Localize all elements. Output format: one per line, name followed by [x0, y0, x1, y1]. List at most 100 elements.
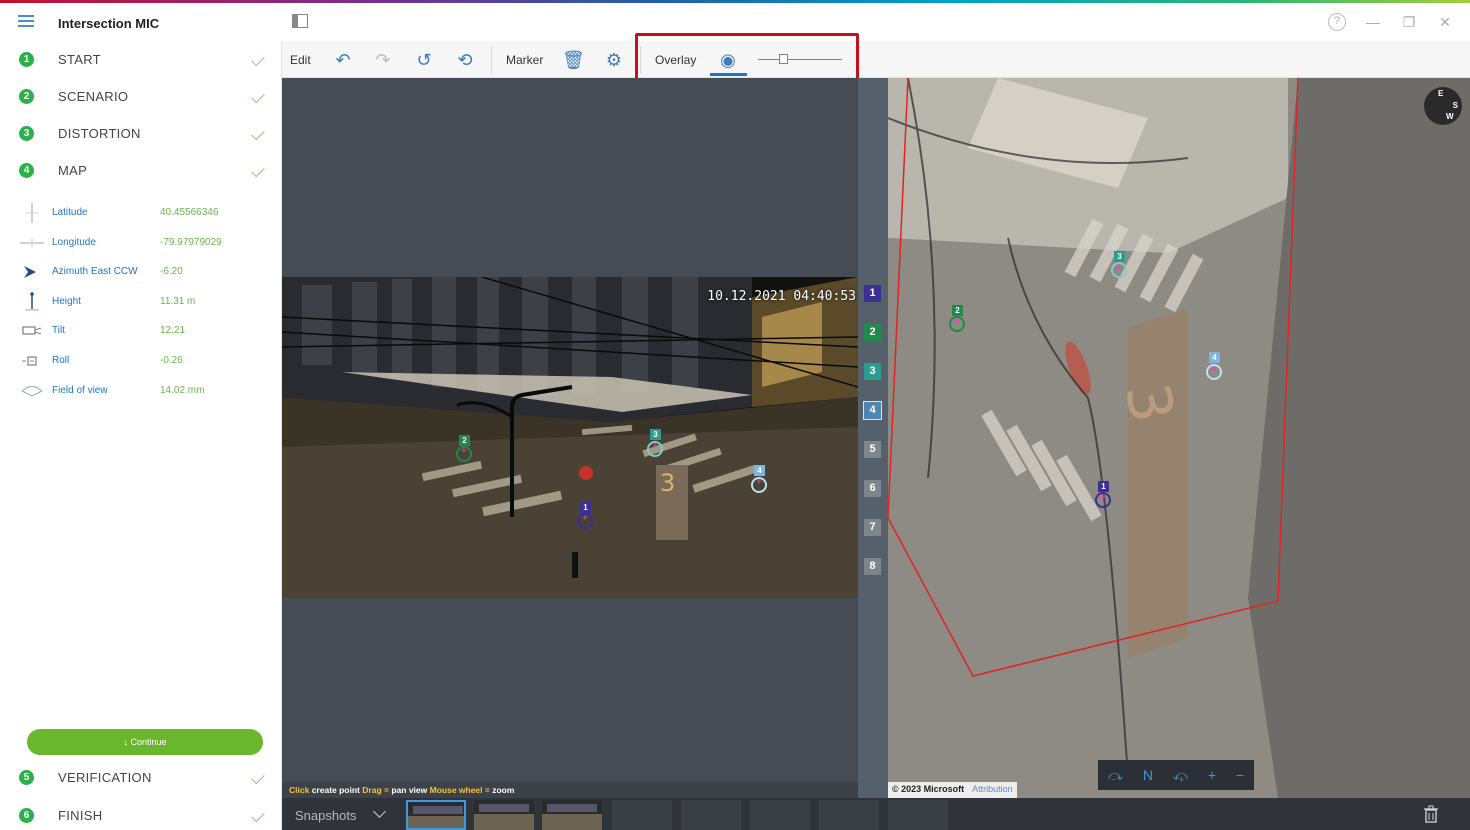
- step-distortion[interactable]: 3 DISTORTION: [0, 115, 282, 152]
- panel-toggle-icon[interactable]: [292, 14, 308, 28]
- tilt-icon: [22, 326, 42, 335]
- undo-icon[interactable]: ↶: [332, 49, 354, 71]
- menu-icon[interactable]: [18, 15, 34, 27]
- longitude-icon: [20, 238, 44, 248]
- hint-drag-key: Drag =: [362, 785, 389, 795]
- camera-image[interactable]: 3 10.12.2021 04:40:53 2 3 4 1: [282, 277, 858, 598]
- param-tilt[interactable]: Tilt 12.21: [18, 321, 268, 341]
- marker-tile-5[interactable]: 5: [864, 441, 881, 458]
- attribution-link[interactable]: Attribution: [972, 784, 1013, 794]
- zoom-in-button[interactable]: +: [1208, 767, 1216, 783]
- field-of-view-icon: [21, 386, 43, 397]
- marker-tile-7[interactable]: 7: [864, 519, 881, 536]
- marker-tile-3[interactable]: 3: [864, 363, 881, 380]
- compass-icon[interactable]: E S W: [1424, 87, 1462, 125]
- check-icon: [251, 770, 265, 785]
- map-marker-point[interactable]: [1095, 492, 1111, 508]
- param-value[interactable]: 12.21: [160, 325, 185, 336]
- step-start[interactable]: 1 START: [0, 41, 282, 78]
- snapshot-slot-empty[interactable]: [819, 800, 879, 830]
- param-field-of-view[interactable]: Field of view 14.02 mm: [18, 381, 268, 401]
- camera-marker-point[interactable]: [577, 513, 593, 529]
- toolbar-divider: [491, 46, 492, 74]
- marker-tile-2[interactable]: 2: [864, 324, 881, 341]
- compass-east: E: [1438, 89, 1444, 98]
- close-icon[interactable]: ✕: [1436, 14, 1454, 31]
- restore-icon[interactable]: ❐: [1400, 14, 1418, 31]
- app-title: Intersection MIC: [58, 16, 160, 31]
- step-finish[interactable]: 6 FINISH: [0, 797, 282, 830]
- param-name: Field of view: [52, 385, 108, 396]
- aerial-map-panel[interactable]: 3 2 3 4 1 E S W ⤼ N ⤽ + − © 2023 Microso…: [888, 78, 1470, 798]
- marker-tile-6[interactable]: 6: [864, 480, 881, 497]
- camera-marker-point[interactable]: [456, 446, 472, 462]
- step-map[interactable]: 4 MAP: [0, 152, 282, 189]
- map-marker-2[interactable]: 2: [952, 305, 963, 316]
- snapshots-bar: Snapshots: [282, 798, 1470, 830]
- delete-marker-icon[interactable]: 🗑: [562, 49, 585, 71]
- map-marker-point[interactable]: [1111, 262, 1127, 278]
- step-number: 4: [19, 163, 34, 178]
- north-up-button[interactable]: N: [1143, 767, 1153, 783]
- marker-tile-4[interactable]: 4: [863, 401, 882, 420]
- map-marker-4[interactable]: 4: [1209, 352, 1220, 363]
- rotate-right-map-icon[interactable]: ⤽: [1173, 767, 1188, 784]
- slider-handle[interactable]: [779, 54, 788, 64]
- map-marker-1[interactable]: 1: [1098, 481, 1109, 492]
- history-icon[interactable]: ⟲: [454, 49, 476, 71]
- delete-snapshot-icon[interactable]: [1422, 805, 1440, 823]
- param-latitude[interactable]: Latitude 40.45566346: [18, 203, 268, 223]
- snapshot-slot-empty[interactable]: [612, 800, 672, 830]
- param-value[interactable]: -79.97979029: [160, 237, 222, 248]
- param-value[interactable]: 40.45566346: [160, 207, 218, 218]
- param-value[interactable]: 14.02 mm: [160, 385, 204, 396]
- camera-marker-1[interactable]: 1: [580, 502, 591, 513]
- marker-settings-icon[interactable]: ⚙: [603, 49, 625, 71]
- redo-icon[interactable]: ↷: [372, 49, 394, 71]
- param-value[interactable]: 11.31 m: [160, 296, 195, 307]
- param-name: Latitude: [52, 207, 88, 218]
- copyright-text: © 2023 Microsoft: [892, 784, 965, 794]
- overlay-active-indicator: [710, 73, 747, 76]
- param-height[interactable]: Height 11.31 m: [18, 292, 268, 312]
- wizard-sidebar: 1 START 2 SCENARIO 3 DISTORTION 4 MAP La…: [0, 41, 282, 830]
- param-roll[interactable]: Roll -0.26: [18, 351, 268, 371]
- camera-overlay-icon[interactable]: ◉: [717, 49, 739, 71]
- map-marker-point[interactable]: [949, 316, 965, 332]
- overlay-opacity-slider[interactable]: [758, 59, 842, 60]
- continue-button[interactable]: ↓ Continue: [27, 729, 263, 755]
- map-marker-point[interactable]: [1206, 364, 1222, 380]
- marker-tile-8[interactable]: 8: [864, 558, 881, 575]
- night-street-scene: 3: [282, 277, 858, 598]
- camera-marker-3[interactable]: 3: [650, 429, 661, 440]
- camera-view-panel[interactable]: 3 10.12.2021 04:40:53 2 3 4 1: [282, 78, 858, 798]
- snapshot-slot-empty[interactable]: [681, 800, 741, 830]
- rotate-left-icon[interactable]: ↺: [413, 49, 435, 71]
- snapshot-thumbnail[interactable]: [474, 800, 534, 830]
- snapshot-thumbnail[interactable]: [542, 800, 602, 830]
- snapshot-slot-empty[interactable]: [888, 800, 948, 830]
- map-marker-3[interactable]: 3: [1114, 251, 1125, 262]
- step-label: DISTORTION: [58, 126, 141, 141]
- step-verification[interactable]: 5 VERIFICATION: [0, 759, 282, 796]
- camera-marker-4[interactable]: 4: [754, 465, 765, 476]
- param-name: Roll: [52, 355, 70, 366]
- step-scenario[interactable]: 2 SCENARIO: [0, 78, 282, 115]
- toolbar-divider: [640, 46, 641, 74]
- camera-marker-point[interactable]: [751, 477, 767, 493]
- param-value[interactable]: -6.20: [160, 266, 183, 277]
- zoom-out-button[interactable]: −: [1236, 767, 1244, 783]
- snapshot-slot-empty[interactable]: [750, 800, 810, 830]
- snapshot-thumbnail[interactable]: [406, 800, 466, 830]
- help-icon[interactable]: ?: [1328, 13, 1346, 31]
- camera-marker-2[interactable]: 2: [459, 435, 470, 446]
- marker-tile-1[interactable]: 1: [864, 285, 881, 302]
- minimize-icon[interactable]: —: [1364, 14, 1382, 30]
- hint-click-action: create point: [311, 785, 360, 795]
- camera-marker-point[interactable]: [647, 441, 663, 457]
- rotate-left-map-icon[interactable]: ⤼: [1108, 767, 1123, 784]
- param-longitude[interactable]: Longitude -79.97979029: [18, 233, 268, 253]
- chevron-down-icon[interactable]: [373, 805, 386, 818]
- param-value[interactable]: -0.26: [160, 355, 183, 366]
- param-azimuth[interactable]: Azimuth East CCW -6.20: [18, 262, 268, 282]
